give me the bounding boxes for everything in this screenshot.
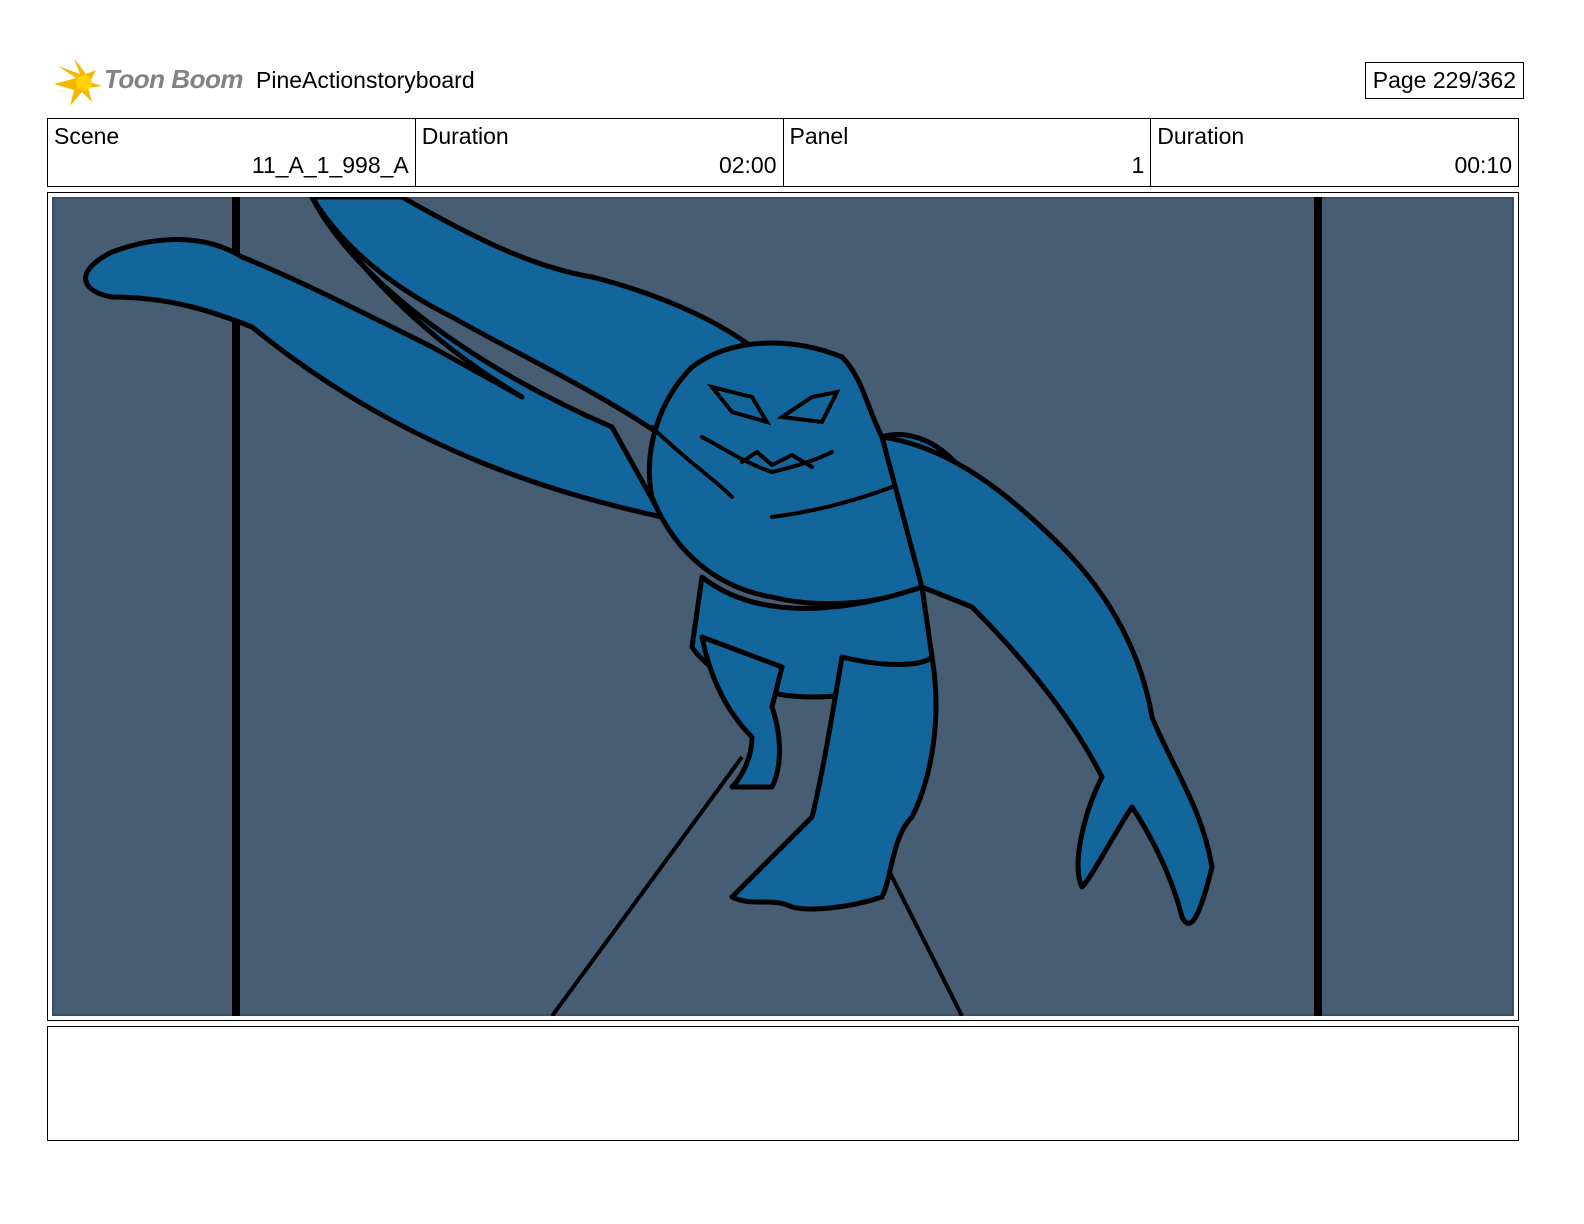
page-number: Page 229/362 [1364, 62, 1524, 99]
scene-duration-value: 02:00 [718, 152, 777, 178]
panel-cell: Panel 1 [784, 119, 1152, 186]
project-title: PineActionstoryboard [256, 67, 475, 93]
panel-duration-cell: Duration 00:10 [1151, 119, 1518, 186]
page-header: Toon Boom PineActionstoryboard Page 229/… [52, 52, 1538, 108]
logo-text: Toon Boom [104, 64, 243, 94]
panel-notes-box [47, 1026, 1519, 1141]
scene-cell: Scene 11_A_1_998_A [48, 119, 416, 186]
scene-value: 11_A_1_998_A [251, 152, 409, 178]
starburst-icon [54, 58, 102, 106]
scene-duration-cell: Duration 02:00 [416, 119, 784, 186]
panel-duration-value: 00:10 [1454, 152, 1512, 178]
panel-value: 1 [1131, 152, 1145, 178]
scene-label: Scene [54, 123, 120, 149]
panel-duration-label: Duration [1157, 123, 1245, 149]
storyboard-panel-frame [47, 192, 1519, 1021]
scene-duration-label: Duration [421, 123, 509, 149]
panel-label: Panel [789, 123, 849, 149]
storyboard-panel-drawing [52, 197, 1514, 1016]
scene-info-table: Scene 11_A_1_998_A Duration 02:00 Panel … [47, 118, 1519, 187]
